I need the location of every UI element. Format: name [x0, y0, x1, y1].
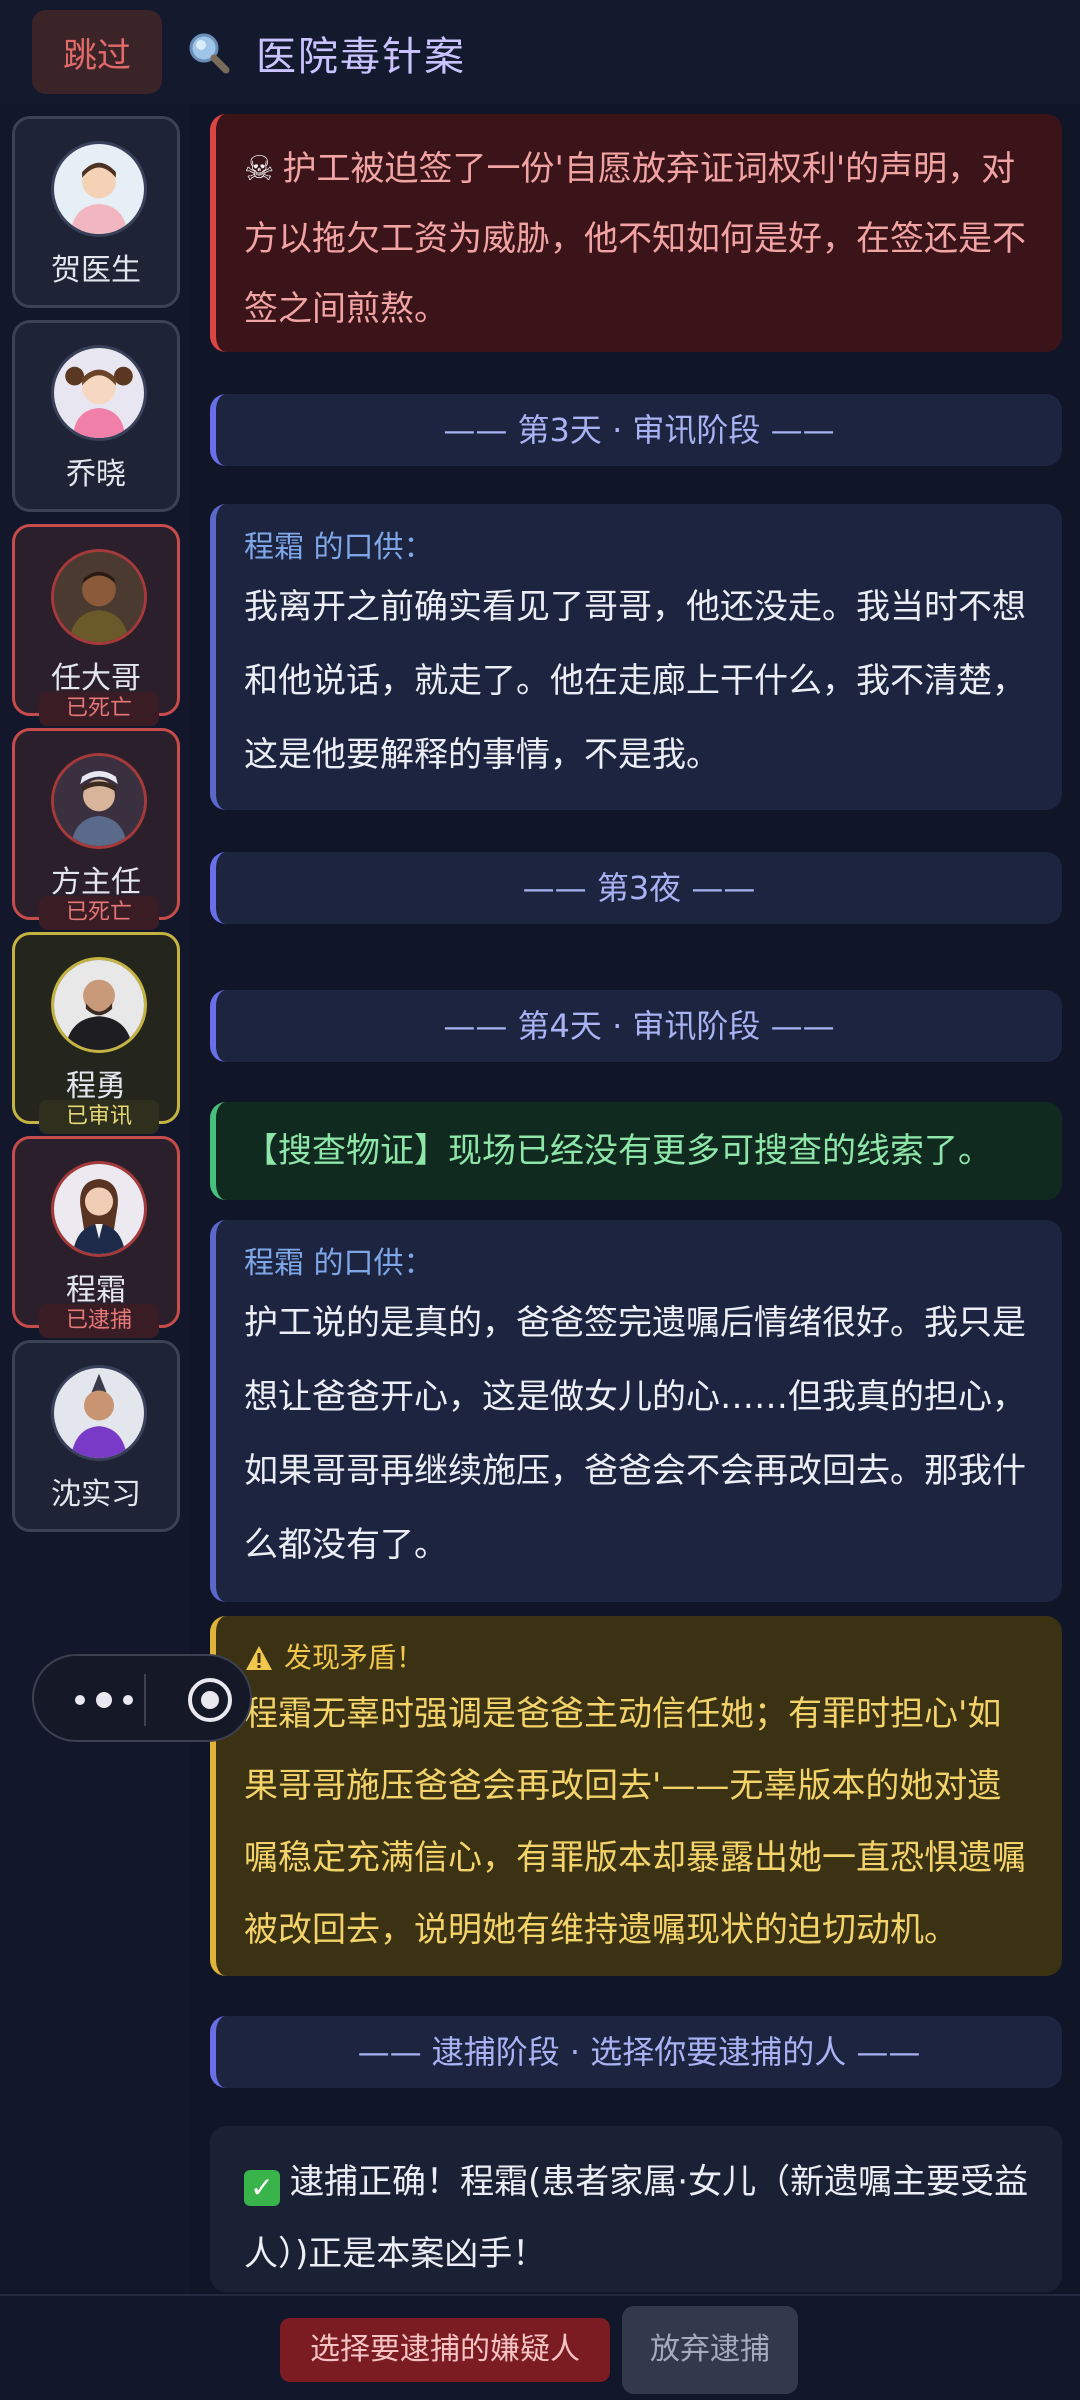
avatar: [51, 753, 147, 849]
phase-divider-day4: —— 第4天 · 审讯阶段 ——: [210, 990, 1062, 1062]
testimony-speaker: 程霜 的口供：: [244, 530, 434, 565]
select-suspect-button[interactable]: 选择要逮捕的嫌疑人: [280, 2318, 610, 2382]
suspect-name: 方主任: [51, 865, 141, 900]
status-badge: 已审讯: [39, 1100, 159, 1134]
suspect-name: 沈实习: [51, 1477, 141, 1512]
mini-program-capsule: [32, 1654, 252, 1742]
avatar: [51, 1161, 147, 1257]
testimony-card: 程霜 的口供： 护工说的是真的，爸爸签完遗嘱后情绪很好。我只是想让爸爸开心，这是…: [210, 1220, 1062, 1602]
warning-text: 程霜无辜时强调是爸爸主动信任她；有罪时担心'如果哥哥施压爸爸会再改回去'——无辜…: [244, 1694, 1026, 1950]
status-badge: 已死亡: [39, 692, 159, 726]
top-bar: 跳过 医院毒针案: [0, 0, 1080, 104]
arrest-result-card: ✓ 逮捕正确！程霜(患者家属·女儿（新遗嘱主要受益人）)正是本案凶手！: [210, 2126, 1062, 2292]
suspect-card-shen[interactable]: 沈实习: [12, 1340, 180, 1532]
search-result-card: 【搜查物证】现场已经没有更多可搜查的线索了。: [210, 1102, 1062, 1200]
bottom-action-bar: 选择要逮捕的嫌疑人 放弃逮捕: [0, 2294, 1080, 2400]
testimony-speaker: 程霜 的口供：: [244, 1246, 434, 1281]
avatar: [51, 549, 147, 645]
suspect-name: 贺医生: [51, 253, 141, 288]
skull-icon: ☠: [244, 149, 275, 189]
suspect-name: 程霜: [66, 1273, 126, 1308]
warning-heading: 发现矛盾！: [284, 1641, 425, 1674]
suspect-name: 程勇: [66, 1069, 126, 1104]
more-icon[interactable]: [64, 1682, 144, 1718]
event-card: ☠ 护工被迫签了一份'自愿放弃证词权利'的声明，对方以拖欠工资为威胁，他不知如何是…: [210, 114, 1062, 352]
suspect-card-he[interactable]: 贺医生: [12, 116, 180, 308]
suspect-card-chengshuang[interactable]: 程霜 已逮捕: [12, 1136, 180, 1338]
result-text: 逮捕正确！程霜(患者家属·女儿（新遗嘱主要受益人）)正是本案凶手！: [244, 2162, 1029, 2274]
avatar: [51, 345, 147, 441]
phase-divider-arrest: —— 逮捕阶段 · 选择你要逮捕的人 ——: [210, 2016, 1062, 2088]
avatar: [51, 141, 147, 237]
skip-button[interactable]: 跳过: [32, 10, 162, 94]
suspect-card-chengyong[interactable]: 程勇 已审讯: [12, 932, 180, 1134]
avatar: [51, 957, 147, 1053]
phase-divider-day3: —— 第3天 · 审讯阶段 ——: [210, 394, 1062, 466]
contradiction-card: 发现矛盾！ 程霜无辜时强调是爸爸主动信任她；有罪时担心'如果哥哥施压爸爸会再改回…: [210, 1616, 1062, 1976]
warning-icon: [246, 1646, 272, 1670]
suspect-sidebar: 贺医生 乔晓 任大哥 已死亡 方主任 已死亡 程勇 已审讯 程霜 已逮捕 沈实习: [0, 104, 190, 2294]
check-icon: ✓: [244, 2170, 280, 2206]
abandon-arrest-button[interactable]: 放弃逮捕: [622, 2306, 798, 2394]
phase-divider-night3: —— 第3夜 ——: [210, 852, 1062, 924]
suspect-card-qiao[interactable]: 乔晓: [12, 320, 180, 512]
capsule-divider: [144, 1674, 146, 1726]
search-icon[interactable]: [184, 28, 232, 76]
testimony-text: 护工说的是真的，爸爸签完遗嘱后情绪很好。我只是想让爸爸开心，这是做女儿的心……但…: [244, 1303, 1026, 1565]
case-title: 医院毒针案: [256, 34, 466, 80]
suspect-card-ren[interactable]: 任大哥 已死亡: [12, 524, 180, 726]
status-badge: 已逮捕: [39, 1304, 159, 1338]
suspect-name: 乔晓: [66, 457, 126, 492]
testimony-text: 我离开之前确实看见了哥哥，他还没走。我当时不想和他说话，就走了。他在走廊上干什么…: [244, 587, 1026, 775]
testimony-card: 程霜 的口供： 我离开之前确实看见了哥哥，他还没走。我当时不想和他说话，就走了。…: [210, 504, 1062, 810]
status-badge: 已死亡: [39, 896, 159, 930]
avatar: [51, 1365, 147, 1461]
suspect-card-fang[interactable]: 方主任 已死亡: [12, 728, 180, 930]
close-icon[interactable]: [184, 1674, 236, 1726]
event-text: 护工被迫签了一份'自愿放弃证词权利'的声明，对方以拖欠工资为威胁，他不知如何是好…: [244, 149, 1026, 329]
suspect-name: 任大哥: [51, 661, 141, 696]
